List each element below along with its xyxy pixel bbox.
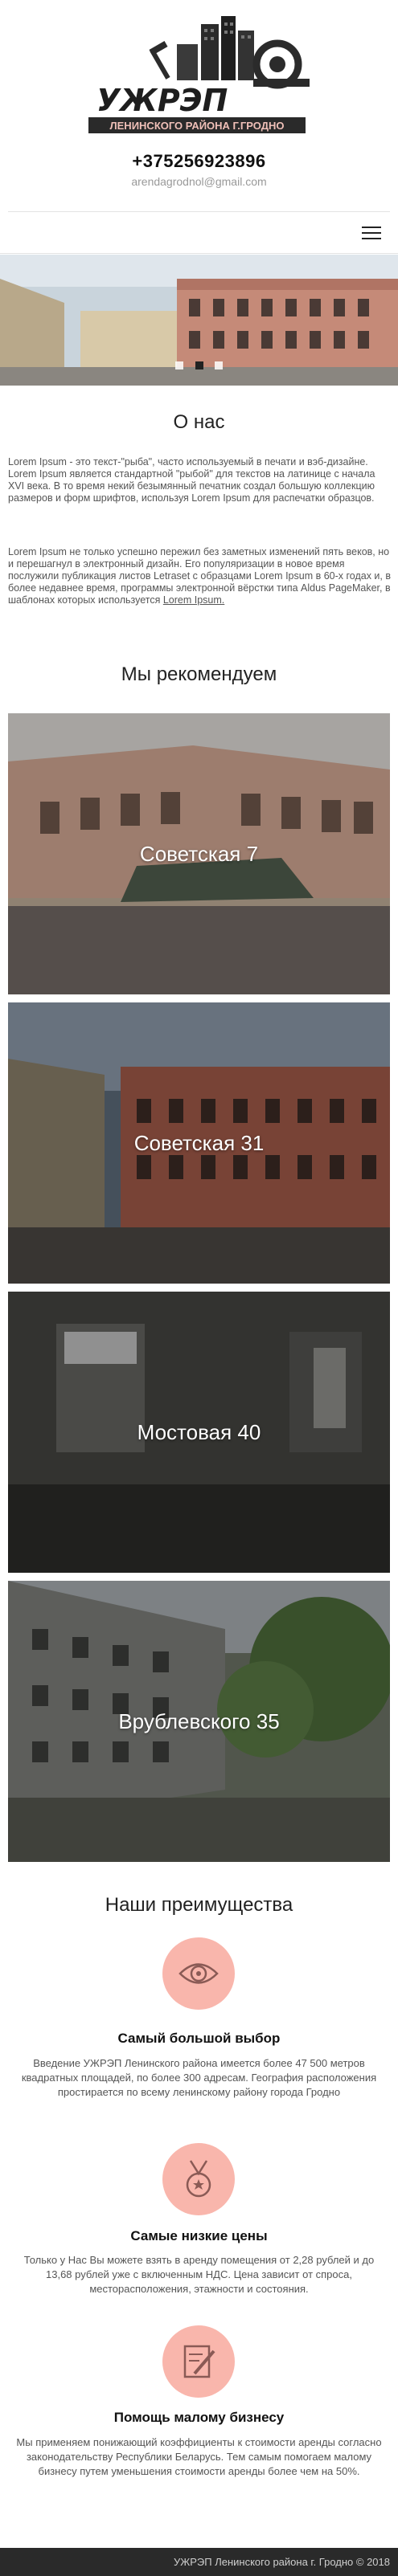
advantage-icon-circle [162, 2143, 235, 2215]
eye-icon [178, 1963, 219, 1984]
property-card-vrublevskogo-35[interactable]: Врублевского 35 [8, 1581, 390, 1862]
advantage-title: Самый большой выбор [117, 2031, 281, 2046]
property-card-mostovaya-40[interactable]: Мостовая 40 [8, 1292, 390, 1573]
about-paragraph-2: Lorem Ipsum не только успешно пережил бе… [8, 546, 391, 606]
footer-copyright: УЖРЭП Ленинского района г. Гродно © 2018 [173, 2556, 390, 2568]
property-card-title: Советская 7 [139, 842, 259, 866]
about-paragraph-1: Lorem Ipsum - это текст-"рыба", часто ис… [8, 456, 375, 504]
slider-dot[interactable] [214, 361, 223, 369]
recommend-title: Мы рекомендуем [121, 663, 277, 685]
property-card-sovetskaya-7[interactable]: Советская 7 [8, 713, 390, 994]
property-card-title: Мостовая 40 [137, 1420, 261, 1444]
slider-dot-active[interactable] [195, 361, 203, 369]
logo-graphic: УЖРЭП ЛЕНИНСКОГО РАЙОНА Г.ГРОДНО [88, 16, 310, 133]
advantage-text: Введение УЖРЭП Ленинского района имеется… [21, 2057, 377, 2098]
advantage-icon-circle [162, 2325, 235, 2398]
about-title: О нас [173, 411, 225, 433]
phone-number[interactable]: +375256923896 [0, 151, 398, 172]
property-card-title: Советская 31 [133, 1131, 265, 1155]
nav-divider [0, 253, 398, 254]
header-divider [8, 211, 390, 212]
site-header: УЖРЭП ЛЕНИНСКОГО РАЙОНА Г.ГРОДНО +375256… [0, 0, 398, 254]
edit-icon [183, 2345, 215, 2378]
logo-subtitle: ЛЕНИНСКОГО РАЙОНА Г.ГРОДНО [110, 120, 285, 132]
property-card-sovetskaya-31[interactable]: Советская 31 [8, 1002, 390, 1284]
about-link[interactable]: Lorem Ipsum. [163, 594, 224, 606]
hamburger-icon[interactable] [362, 227, 381, 241]
property-card-title: Врублевского 35 [118, 1709, 280, 1733]
advantage-icon-circle [162, 1937, 235, 2010]
logo-title: УЖРЭП [96, 83, 228, 118]
site-footer: УЖРЭП Ленинского района г. Гродно © 2018 [0, 2548, 398, 2576]
advantages-title: Наши преимущества [105, 1894, 293, 1916]
advantage-text: Только у Нас Вы можете взять в аренду по… [23, 2254, 375, 2295]
medal-icon [186, 2160, 211, 2198]
logo[interactable]: УЖРЭП ЛЕНИНСКОГО РАЙОНА Г.ГРОДНО [80, 16, 314, 137]
advantage-title: Помощь малому бизнесу [113, 2410, 285, 2425]
email-address[interactable]: arendagrodnol@gmail.com [0, 175, 398, 188]
slider-dots [0, 360, 398, 371]
slider-dot[interactable] [175, 361, 184, 369]
advantage-text: Мы применяем понижающий коэффициенты к с… [16, 2436, 382, 2477]
advantage-title: Самые низкие цены [130, 2228, 268, 2243]
